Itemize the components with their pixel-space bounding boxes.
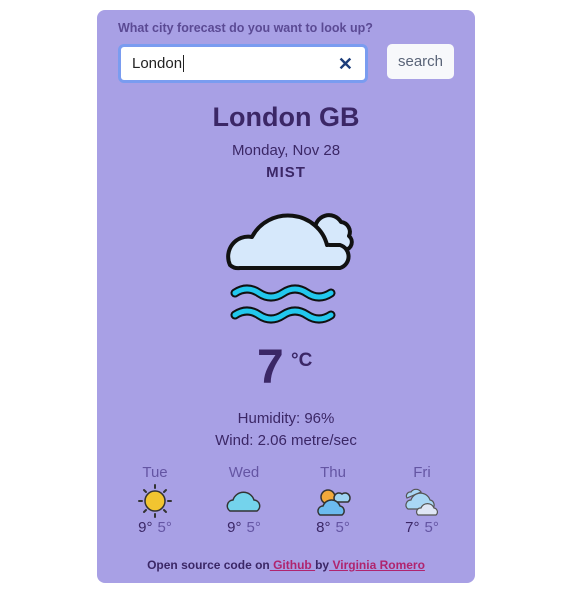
forecast-day: Thu 8° 5° bbox=[298, 464, 368, 536]
sun-icon bbox=[138, 484, 172, 518]
weather-description: MIST bbox=[266, 164, 306, 181]
clouds-icon bbox=[405, 488, 438, 516]
city-search-input[interactable]: London ✕ bbox=[118, 44, 368, 83]
forecast-day: Wed 9° 5° bbox=[209, 464, 279, 536]
footer: Open source code on Github by Virginia R… bbox=[97, 558, 475, 572]
humidity: Humidity: 96% bbox=[237, 410, 335, 427]
search-prompt: What city forecast do you want to look u… bbox=[118, 21, 373, 35]
forecast-max: 8° bbox=[316, 519, 331, 536]
search-button[interactable]: search bbox=[387, 44, 454, 79]
footer-text: Open source code on bbox=[147, 558, 270, 572]
forecast-max: 9° bbox=[227, 519, 242, 536]
forecast-min: 5° bbox=[424, 519, 439, 536]
forecast-max: 7° bbox=[405, 519, 420, 536]
weather-card: What city forecast do you want to look u… bbox=[97, 10, 475, 583]
forecast-min: 5° bbox=[157, 519, 172, 536]
temperature-unit: °C bbox=[291, 350, 313, 371]
forecast-day-name: Thu bbox=[320, 464, 346, 481]
partly-cloudy-icon bbox=[317, 489, 351, 516]
forecast-min: 5° bbox=[335, 519, 350, 536]
forecast-day-name: Tue bbox=[142, 464, 168, 481]
mist-icon bbox=[226, 213, 354, 324]
forecast-day: Fri 7° 5° bbox=[387, 464, 457, 536]
forecast-day-name: Wed bbox=[228, 464, 260, 481]
city-name: London GB bbox=[212, 102, 360, 132]
cloud-icon bbox=[226, 491, 261, 512]
forecast-day: Tue 9° 5° bbox=[120, 464, 190, 536]
current-date: Monday, Nov 28 bbox=[231, 142, 341, 159]
forecast-min: 5° bbox=[246, 519, 261, 536]
forecast-day-name: Fri bbox=[413, 464, 431, 481]
close-icon[interactable]: ✕ bbox=[338, 54, 353, 75]
footer-by: by bbox=[315, 558, 330, 572]
forecast-max: 9° bbox=[138, 519, 153, 536]
wind-speed: Wind: 2.06 metre/sec bbox=[215, 432, 357, 449]
search-input-value[interactable]: London bbox=[132, 55, 185, 72]
author-link[interactable]: Virginia Romero bbox=[329, 558, 424, 572]
github-link[interactable]: Github bbox=[270, 558, 315, 572]
current-temperature: 7 bbox=[257, 341, 284, 394]
